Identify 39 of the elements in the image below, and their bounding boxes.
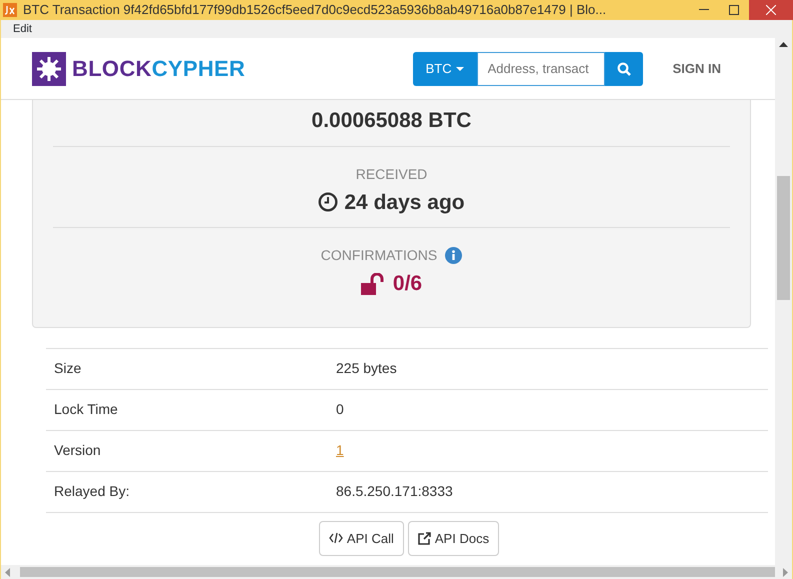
close-button[interactable] <box>749 0 793 20</box>
app-icon <box>3 3 17 17</box>
currency-dropdown[interactable]: BTC <box>412 52 477 86</box>
search-button[interactable] <box>604 52 643 86</box>
menu-item[interactable]: Edit <box>13 20 32 38</box>
scroll-left-icon[interactable] <box>5 568 10 576</box>
received-label: RECEIVED <box>356 166 428 182</box>
close-icon <box>766 5 776 15</box>
detail-value: 0 <box>336 400 344 419</box>
sign-in-link[interactable]: SIGN IN <box>672 58 721 78</box>
detail-value: 225 bytes <box>336 359 397 378</box>
logo-text[interactable]: BLOCKCYPHER <box>72 52 246 85</box>
clock-icon <box>318 192 338 212</box>
external-link-icon <box>418 532 431 545</box>
search-icon <box>616 62 631 76</box>
search-field[interactable]: Address, transact <box>476 52 605 86</box>
detail-label: Relayed By: <box>53 482 130 501</box>
logo-icon <box>32 52 66 86</box>
info-icon[interactable] <box>445 247 462 264</box>
api-button[interactable]: API Docs <box>408 520 500 556</box>
confirmations-count: 0/6 <box>392 271 422 297</box>
code-icon <box>328 532 343 544</box>
received-time: 24 days ago <box>344 190 465 216</box>
maximize-icon <box>729 5 739 15</box>
scrollbar-thumb[interactable] <box>777 176 790 300</box>
scroll-up-icon[interactable] <box>779 42 788 47</box>
horizontal-scrollbar[interactable] <box>1 565 792 579</box>
caret-icon <box>456 66 464 70</box>
detail-label: Lock Time <box>53 400 119 419</box>
scrollbar-thumb[interactable] <box>20 567 775 577</box>
minimize-icon <box>699 9 709 11</box>
confirmations-label: CONFIRMATIONS <box>320 246 438 265</box>
amount-text: 0.00065088 BTC <box>53 100 730 146</box>
scroll-right-icon[interactable] <box>783 568 788 576</box>
detail-label: Version <box>53 441 102 460</box>
detail-value: 86.5.250.171:8333 <box>336 482 453 501</box>
window-title: BTC Transaction 9f42fd65bfd177f99db1526cf5eed7d0c9ecd523a5936b8ab49716a0b87e1479 | Blo... <box>23 1 606 20</box>
api-button[interactable]: API Call <box>318 520 404 556</box>
detail-label: Size <box>53 359 82 378</box>
